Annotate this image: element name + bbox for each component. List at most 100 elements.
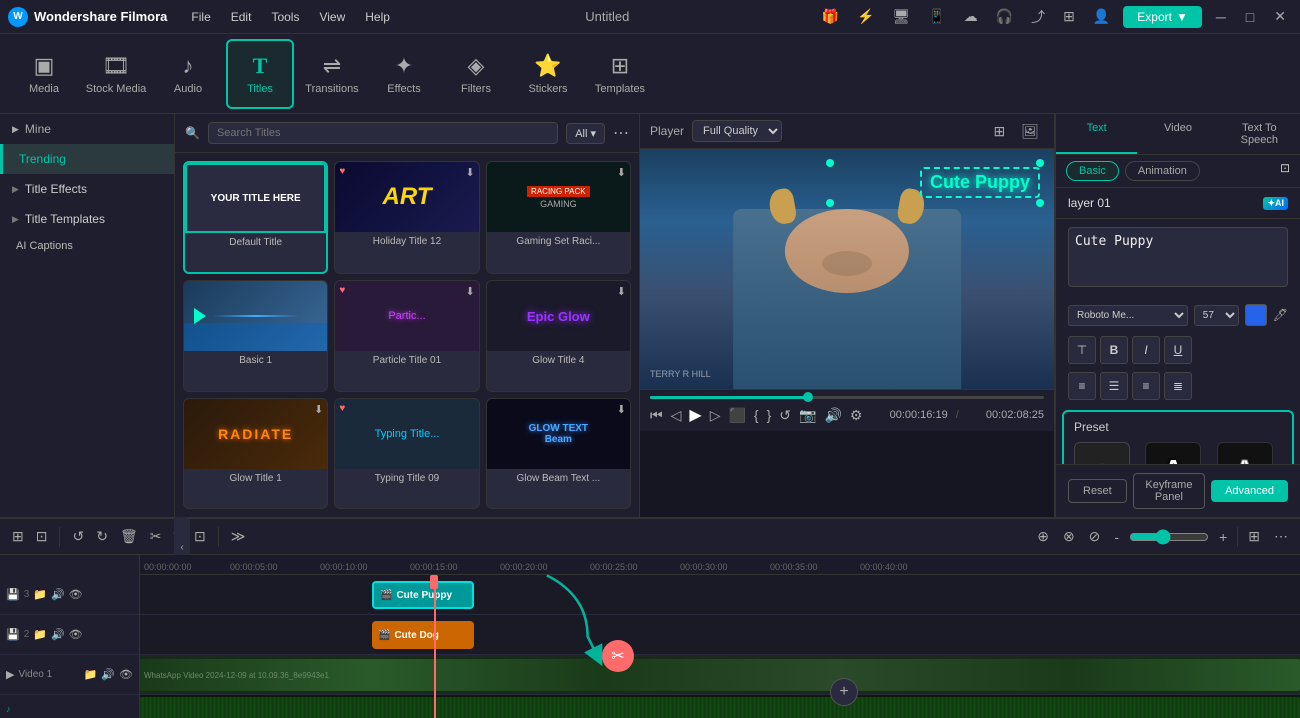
text-content-input[interactable]: Cute Puppy <box>1068 227 1288 287</box>
image-view-icon[interactable]: 🖼 <box>1016 121 1044 142</box>
track1-play-icon[interactable]: ▶ <box>6 668 14 681</box>
progress-bar[interactable] <box>650 396 1044 399</box>
tab-video[interactable]: Video <box>1137 114 1218 154</box>
eyedropper-icon[interactable]: 🖊 <box>1273 308 1288 322</box>
toolbar-templates[interactable]: ⊞ Templates <box>586 39 654 109</box>
font-size-select[interactable]: 57 <box>1194 305 1239 326</box>
tl-zoom-slider[interactable] <box>1129 529 1209 545</box>
align-center-button[interactable]: ☰ <box>1100 372 1128 400</box>
cloud-icon[interactable]: ☁ <box>959 6 983 27</box>
italic-button[interactable]: I <box>1132 336 1160 364</box>
tl-delete-icon[interactable]: 🗑 <box>116 526 142 547</box>
download-icon-gaming[interactable]: ⬇ <box>617 166 626 179</box>
download-icon-particle[interactable]: ⬇ <box>465 285 474 298</box>
tl-grid-icon[interactable]: ⊞ <box>1244 526 1264 547</box>
playhead-top-marker[interactable] <box>430 575 438 589</box>
track3-audio-icon[interactable]: 🔊 <box>51 588 65 601</box>
stop-icon[interactable]: ⬛ <box>728 407 745 424</box>
avatar-icon[interactable]: 👤 <box>1088 6 1115 27</box>
frame-forward-icon[interactable]: ▷ <box>710 407 721 424</box>
bold-button[interactable]: B <box>1100 336 1128 364</box>
gift-icon[interactable]: 🎁 <box>817 6 844 27</box>
track1-visibility-icon[interactable]: 👁 <box>119 668 133 681</box>
menu-tools[interactable]: Tools <box>263 8 307 26</box>
download-icon-glow-beam[interactable]: ⬇ <box>617 403 626 416</box>
tl-crop-icon[interactable]: ⊡ <box>190 526 210 547</box>
track3-folder-icon[interactable]: 📁 <box>33 588 47 601</box>
align-left-button[interactable]: ≡ <box>1068 372 1096 400</box>
tl-magnet-icon[interactable]: ⊗ <box>1059 526 1079 547</box>
toolbar-audio[interactable]: ♪ Audio <box>154 39 222 109</box>
tl-snap-icon[interactable]: ⊕ <box>1033 526 1053 547</box>
underline-button[interactable]: U <box>1164 336 1192 364</box>
grid-view-icon[interactable]: ⊞ <box>988 121 1010 142</box>
title-card-glow-beam[interactable]: GLOW TEXTBeam ⬇ Glow Beam Text ... <box>486 398 631 509</box>
tl-undo-icon[interactable]: ↺ <box>68 526 88 547</box>
sub-tab-basic[interactable]: Basic <box>1066 161 1119 181</box>
track1-audio-icon[interactable]: 🔊 <box>101 668 115 681</box>
tl-settings-icon[interactable]: ⋯ <box>1270 526 1292 547</box>
loop-icon[interactable]: ↺ <box>779 407 791 424</box>
toolbar-effects[interactable]: ✦ Effects <box>370 39 438 109</box>
tl-more-icon[interactable]: ≫ <box>227 526 250 547</box>
preset-none[interactable]: ⊘ <box>1074 442 1130 464</box>
tl-zoom-out-icon[interactable]: - <box>1110 527 1123 547</box>
camera-icon[interactable]: 📷 <box>799 407 816 424</box>
volume-icon[interactable]: 🔊 <box>824 407 841 424</box>
sidebar-item-ai-captions[interactable]: AI Captions <box>0 234 174 258</box>
quality-select[interactable]: Full Quality 1/2 Quality <box>692 120 782 142</box>
color-swatch[interactable] <box>1245 304 1267 326</box>
add-track-button[interactable]: + <box>830 678 858 706</box>
menu-view[interactable]: View <box>311 8 353 26</box>
tl-redo-icon[interactable]: ↻ <box>92 526 112 547</box>
toolbar-media[interactable]: ▣ Media <box>10 39 78 109</box>
tab-text-to-speech[interactable]: Text To Speech <box>1219 114 1300 154</box>
mark-in-icon[interactable]: { <box>754 407 759 423</box>
share-icon[interactable]: ⤴ <box>1026 5 1050 29</box>
advanced-button[interactable]: Advanced <box>1211 480 1288 502</box>
tl-cut-icon[interactable]: ✂ <box>146 526 166 547</box>
track2-folder-icon[interactable]: 📁 <box>33 628 47 641</box>
mobile-icon[interactable]: 📱 <box>923 6 950 27</box>
lightning-icon[interactable]: ⚡ <box>852 6 879 27</box>
title-card-radiate[interactable]: RADIATE ⬇ Glow Title 1 <box>183 398 328 509</box>
reset-button[interactable]: Reset <box>1068 479 1127 503</box>
menu-edit[interactable]: Edit <box>223 8 260 26</box>
track1-folder-icon[interactable]: 📁 <box>84 668 98 681</box>
keyframe-panel-button[interactable]: Keyframe Panel <box>1133 473 1205 509</box>
filter-dropdown[interactable]: All ▾ <box>566 123 605 144</box>
track2-visibility-icon[interactable]: 👁 <box>69 628 83 641</box>
menu-file[interactable]: File <box>183 8 218 26</box>
title-card-basic1[interactable]: Basic 1 <box>183 280 328 391</box>
panel-options-icon[interactable]: ⊡ <box>1280 161 1290 181</box>
title-card-default[interactable]: YOUR TITLE HERE Default Title <box>183 161 328 274</box>
headset-icon[interactable]: 🎧 <box>991 6 1018 27</box>
mine-section[interactable]: ▶ Mine <box>0 114 174 144</box>
tl-zoom-in-icon[interactable]: + <box>1215 527 1231 547</box>
frame-back-icon[interactable]: ◁ <box>671 407 682 424</box>
monitor-icon[interactable]: 🖥 <box>887 6 915 27</box>
more-options-icon[interactable]: ⋯ <box>613 123 629 143</box>
toolbar-titles[interactable]: T Titles <box>226 39 294 109</box>
sidebar-item-title-templates[interactable]: ▶ Title Templates <box>0 204 174 234</box>
align-right-button[interactable]: ≡ <box>1132 372 1160 400</box>
track2-audio-icon[interactable]: 🔊 <box>51 628 65 641</box>
export-dropdown-icon[interactable]: ▼ <box>1176 10 1188 24</box>
mark-out-icon[interactable]: } <box>767 407 772 423</box>
settings-icon[interactable]: ⚙ <box>850 407 863 424</box>
track3-visibility-icon[interactable]: 👁 <box>69 588 83 601</box>
title-card-particle[interactable]: Partic... ♥ ⬇ Particle Title 01 <box>334 280 479 391</box>
title-card-glow4[interactable]: Epic Glow ⬇ Glow Title 4 <box>486 280 631 391</box>
align-justify-button[interactable]: ≣ <box>1164 372 1192 400</box>
tl-split-icon[interactable]: ⊘ <box>1085 526 1105 547</box>
export-button[interactable]: Export ▼ <box>1123 6 1202 28</box>
font-select[interactable]: Roboto Me... <box>1068 305 1188 326</box>
minimize-button[interactable]: ─ <box>1210 7 1232 27</box>
toolbar-stock-media[interactable]: 🎞 Stock Media <box>82 39 150 109</box>
download-icon-radiate[interactable]: ⬇ <box>314 403 323 416</box>
title-card-holiday[interactable]: ART ♥ ⬇ Holiday Title 12 <box>334 161 479 274</box>
download-icon-holiday[interactable]: ⬇ <box>465 166 474 179</box>
sidebar-item-title-effects[interactable]: ▶ Title Effects <box>0 174 174 204</box>
menu-help[interactable]: Help <box>357 8 398 26</box>
preset-white-shadow[interactable]: A <box>1145 442 1201 464</box>
